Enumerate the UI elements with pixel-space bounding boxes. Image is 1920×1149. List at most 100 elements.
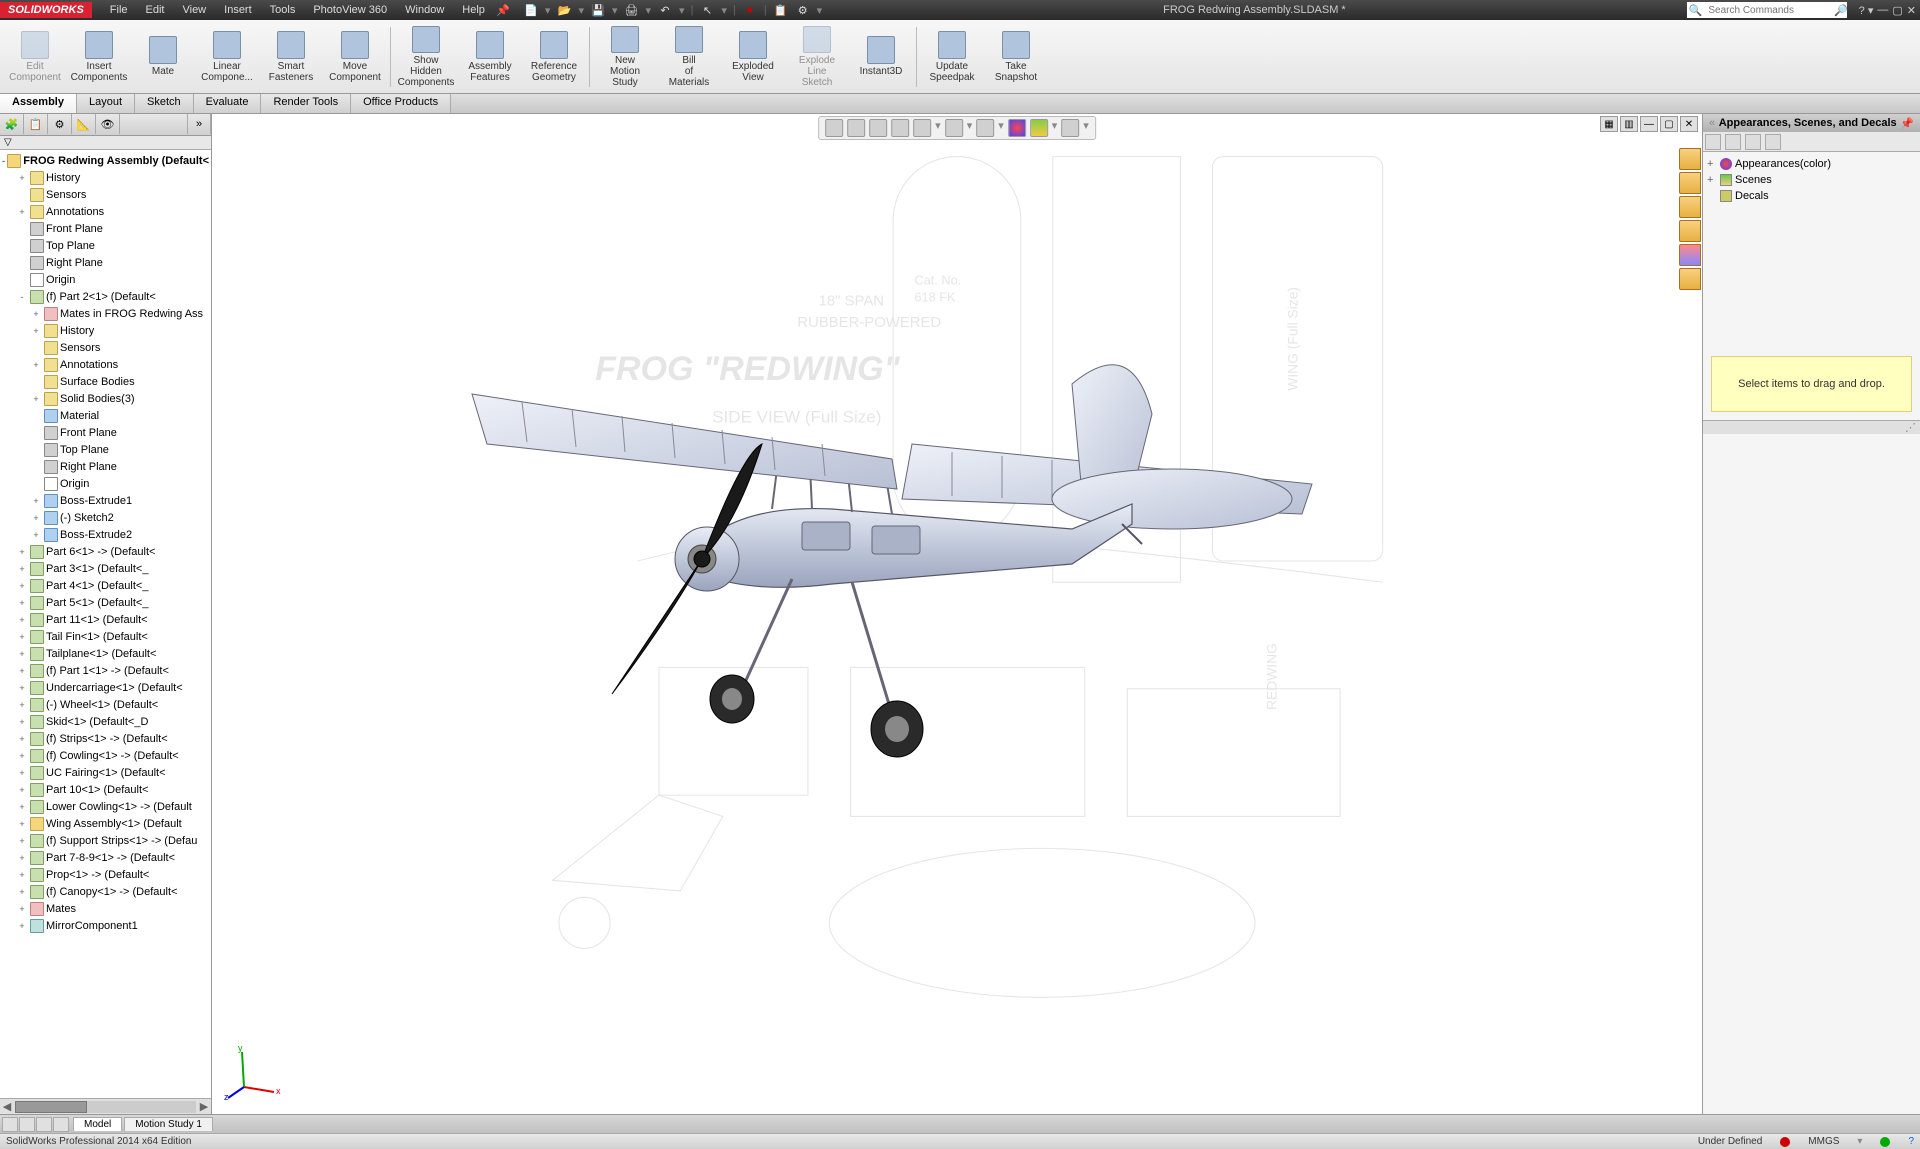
ribbon-mate[interactable]: Mate	[132, 23, 194, 91]
tree-item[interactable]: +Tailplane<1> (Default<	[2, 645, 209, 662]
tree-item[interactable]: +Part 3<1> (Default<_	[2, 560, 209, 577]
tree-item[interactable]: +Mates in FROG Redwing Ass	[2, 305, 209, 322]
tree-item[interactable]: Top Plane	[2, 441, 209, 458]
fm-tab-display[interactable]: 👁	[96, 114, 120, 134]
menu-pin-icon[interactable]: 📌	[495, 2, 511, 18]
ribbon-instant3d[interactable]: Instant3D	[850, 23, 912, 91]
expand-icon[interactable]: +	[16, 768, 28, 778]
ribbon-exploded-view[interactable]: ExplodedView	[722, 23, 784, 91]
fm-tab-tree[interactable]: 🧩	[0, 114, 24, 134]
graphics-viewport[interactable]: ▾ ▾ ▾ ▾ ▾ ▦ ▥ — ▢ ✕	[212, 114, 1702, 1114]
tree-item[interactable]: Origin	[2, 475, 209, 492]
expand-icon[interactable]: +	[16, 564, 28, 574]
expand-icon[interactable]: +	[16, 683, 28, 693]
ribbon-show-hidden-components[interactable]: ShowHiddenComponents	[395, 23, 457, 91]
expand-icon[interactable]: +	[16, 904, 28, 914]
expand-icon[interactable]: +	[16, 853, 28, 863]
expand-icon[interactable]: +	[16, 207, 28, 217]
zoom-fit-icon[interactable]	[825, 119, 843, 137]
ribbon-take-snapshot[interactable]: TakeSnapshot	[985, 23, 1047, 91]
rp-item-appearances[interactable]: + Appearances(color)	[1707, 156, 1916, 172]
help-dropdown-icon[interactable]: ? ▾	[1859, 4, 1874, 17]
tree-scrollbar-h[interactable]: ◀ ▶	[0, 1098, 211, 1114]
ribbon-move-component[interactable]: MoveComponent	[324, 23, 386, 91]
view-settings-icon[interactable]	[1061, 119, 1079, 137]
tree-item[interactable]: Top Plane	[2, 237, 209, 254]
save-icon[interactable]: 💾	[590, 2, 606, 18]
tree-item[interactable]: Front Plane	[2, 424, 209, 441]
appearance-icon[interactable]	[1008, 119, 1026, 137]
fm-filter-bar[interactable]: ▽	[0, 136, 211, 150]
expand-icon[interactable]: +	[16, 581, 28, 591]
hide-show-icon[interactable]	[976, 119, 994, 137]
rebuild-icon[interactable]: ●	[742, 2, 758, 18]
tree-item[interactable]: +Part 10<1> (Default<	[2, 781, 209, 798]
new-icon[interactable]: 📄	[523, 2, 539, 18]
menu-help[interactable]: Help	[454, 2, 493, 18]
expand-icon[interactable]: +	[16, 598, 28, 608]
tab-first-icon[interactable]	[2, 1117, 18, 1132]
task-tab-custom[interactable]	[1679, 268, 1701, 290]
expand-icon[interactable]: +	[16, 836, 28, 846]
open-icon[interactable]: 📂	[556, 2, 572, 18]
expand-icon[interactable]: +	[16, 802, 28, 812]
expand-icon[interactable]: +	[30, 496, 42, 506]
expand-icon[interactable]: +	[16, 547, 28, 557]
task-pane-pin-icon[interactable]: 📌	[1900, 117, 1914, 130]
expand-icon[interactable]: +	[16, 666, 28, 676]
tree-item[interactable]: +Boss-Extrude1	[2, 492, 209, 509]
tree-item[interactable]: +Wing Assembly<1> (Default	[2, 815, 209, 832]
tree-item[interactable]: +(f) Canopy<1> -> (Default<	[2, 883, 209, 900]
cmd-tab-evaluate[interactable]: Evaluate	[194, 94, 262, 113]
expand-icon[interactable]: +	[16, 632, 28, 642]
tree-item[interactable]: +(-) Sketch2	[2, 509, 209, 526]
tree-item[interactable]: +(f) Strips<1> -> (Default<	[2, 730, 209, 747]
expand-icon[interactable]: +	[16, 649, 28, 659]
feature-tree[interactable]: - FROG Redwing Assembly (Default< +Histo…	[0, 150, 211, 1098]
tree-item[interactable]: +Part 4<1> (Default<_	[2, 577, 209, 594]
expand-icon[interactable]: +	[16, 751, 28, 761]
ribbon-insert-components[interactable]: InsertComponents	[68, 23, 130, 91]
view-orient-icon[interactable]	[913, 119, 931, 137]
tab-next-icon[interactable]	[36, 1117, 52, 1132]
zoom-area-icon[interactable]	[847, 119, 865, 137]
expand-icon[interactable]: +	[16, 717, 28, 727]
tree-item[interactable]: +Tail Fin<1> (Default<	[2, 628, 209, 645]
rp-tool-4[interactable]	[1765, 134, 1781, 150]
tree-item[interactable]: +Mates	[2, 900, 209, 917]
fm-tab-dim[interactable]: 📐	[72, 114, 96, 134]
orientation-triad[interactable]: x y z	[224, 1042, 284, 1102]
undo-icon[interactable]: ↶	[657, 2, 673, 18]
tree-item[interactable]: +Part 11<1> (Default<	[2, 611, 209, 628]
task-tab-resources[interactable]	[1679, 148, 1701, 170]
options-icon[interactable]: 📋	[773, 2, 789, 18]
tree-item[interactable]: +UC Fairing<1> (Default<	[2, 764, 209, 781]
tree-item[interactable]: Material	[2, 407, 209, 424]
expand-icon[interactable]: +	[30, 326, 42, 336]
tree-item[interactable]: Front Plane	[2, 220, 209, 237]
status-ok-dot[interactable]	[1880, 1137, 1890, 1147]
expand-icon[interactable]: +	[30, 513, 42, 523]
task-tab-view-palette[interactable]	[1679, 220, 1701, 242]
expand-icon[interactable]: +	[30, 394, 42, 404]
ribbon-linear-compone-[interactable]: LinearCompone...	[196, 23, 258, 91]
mdi-tile-icon[interactable]: ▥	[1620, 116, 1638, 132]
expand-icon[interactable]: +	[16, 173, 28, 183]
tree-item[interactable]: +Part 7-8-9<1> -> (Default<	[2, 849, 209, 866]
tree-item[interactable]: +Prop<1> -> (Default<	[2, 866, 209, 883]
expand-icon[interactable]: +	[16, 870, 28, 880]
tree-item[interactable]: +(f) Cowling<1> -> (Default<	[2, 747, 209, 764]
bottom-tab-model[interactable]: Model	[73, 1117, 122, 1131]
tree-item[interactable]: +History	[2, 322, 209, 339]
search-input[interactable]	[1704, 5, 1834, 16]
close-icon[interactable]: ✕	[1907, 4, 1916, 17]
appearance-tree[interactable]: + Appearances(color) + Scenes Decals	[1703, 152, 1920, 208]
bottom-tab-motion[interactable]: Motion Study 1	[124, 1117, 213, 1131]
scene-icon[interactable]	[1030, 119, 1048, 137]
cmd-tab-office-products[interactable]: Office Products	[351, 94, 451, 113]
restore-icon[interactable]: ▢	[1892, 4, 1902, 17]
expand-icon[interactable]: +	[16, 700, 28, 710]
tree-item[interactable]: Right Plane	[2, 458, 209, 475]
expand-icon[interactable]: +	[16, 819, 28, 829]
tree-item[interactable]: +Part 6<1> -> (Default<	[2, 543, 209, 560]
